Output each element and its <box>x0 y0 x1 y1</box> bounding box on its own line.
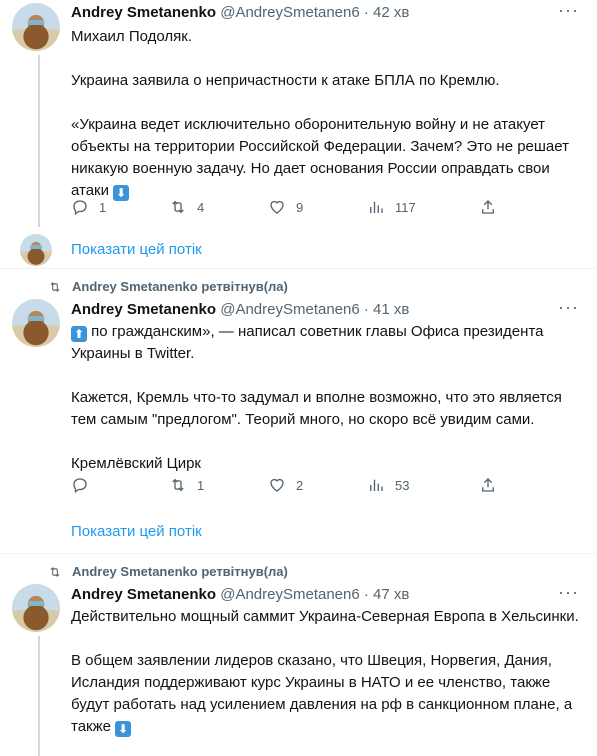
avatar[interactable] <box>12 299 60 347</box>
timestamp[interactable]: 41 хв <box>373 301 409 318</box>
more-options-icon[interactable]: ··· <box>558 0 579 21</box>
tweet-header: Andrey Smetanenko @AndreySmetanen6 · 41 … <box>71 301 409 318</box>
share-icon <box>482 478 494 492</box>
tweet-paragraph: Действительно мощный саммит Украина-Севе… <box>71 608 579 625</box>
tweet-text: ⬆ по гражданским», — написал советник гл… <box>71 321 581 475</box>
retweet-context: Andrey Smetanenko ретвітнув(ла) <box>48 564 288 579</box>
more-options-icon[interactable]: ··· <box>558 582 579 603</box>
show-thread-link[interactable]: Показати цей потік <box>71 523 202 540</box>
reply-icon <box>73 200 87 216</box>
like-button[interactable]: 2 <box>268 476 303 494</box>
reply-count: 1 <box>99 199 107 215</box>
heart-icon <box>270 478 284 492</box>
retweeted-by-label[interactable]: Andrey Smetanenko ретвітнув(ла) <box>72 279 288 294</box>
author-name[interactable]: Andrey Smetanenko <box>71 301 216 318</box>
retweet-count: 1 <box>197 477 205 493</box>
retweet-icon <box>50 566 60 577</box>
like-count: 9 <box>296 199 304 215</box>
tweet-paragraph: Михаил Подоляк. <box>71 28 193 45</box>
author-name[interactable]: Andrey Smetanenko <box>71 586 216 603</box>
author-handle[interactable]: @AndreySmetanen6 <box>220 301 359 318</box>
tweet-header: Andrey Smetanenko @AndreySmetanen6 · 47 … <box>71 586 409 603</box>
tweet-text: Действительно мощный саммит Украина-Севе… <box>71 606 581 738</box>
tweet-paragraph: Кремлёвский Цирк <box>71 455 201 472</box>
tweet-header: Andrey Smetanenko @AndreySmetanen6 · 42 … <box>71 4 409 21</box>
avatar[interactable] <box>12 3 60 51</box>
tweet-paragraph: В общем заявлении лидеров сказано, что Ш… <box>71 652 573 737</box>
tweet-2[interactable]: Andrey Smetanenko ретвітнув(ла) Andrey S… <box>0 269 597 554</box>
author-handle[interactable]: @AndreySmetanen6 <box>220 586 359 603</box>
tweet-actions: 1 2 53 <box>71 476 501 496</box>
reply-button[interactable]: 1 <box>71 198 106 216</box>
tweet-paragraph: Кажется, Кремль что-то задумал и вполне … <box>71 389 562 428</box>
tweet-paragraph: «Украина ведет исключительно оборонитель… <box>71 116 569 201</box>
tweet-paragraph: ⬆ по гражданским», — написал советник гл… <box>71 323 544 362</box>
separator-dot: · <box>363 4 369 21</box>
like-count: 2 <box>296 477 304 493</box>
timestamp[interactable]: 47 хв <box>373 586 409 603</box>
views-count: 53 <box>395 477 410 493</box>
views-button[interactable]: 117 <box>367 198 416 216</box>
tweet-paragraph: Украина заявила о непричастности к атаке… <box>71 72 500 89</box>
retweet-context: Andrey Smetanenko ретвітнув(ла) <box>48 279 288 294</box>
tweet-actions: 1 4 9 117 <box>71 198 501 218</box>
separator-dot: · <box>363 301 369 318</box>
share-button[interactable] <box>479 476 497 494</box>
tweet-text: Михаил Подоляк. Украина заявила о неприч… <box>71 26 581 202</box>
like-button[interactable]: 9 <box>268 198 303 216</box>
up-arrow-emoji-icon: ⬆ <box>71 326 87 342</box>
retweet-button[interactable]: 1 <box>169 476 204 494</box>
author-name[interactable]: Andrey Smetanenko <box>71 4 216 21</box>
views-icon <box>370 201 383 213</box>
separator-dot: · <box>363 586 369 603</box>
thread-line <box>38 636 40 756</box>
author-handle[interactable]: @AndreySmetanen6 <box>220 4 359 21</box>
views-icon <box>370 479 383 491</box>
avatar[interactable] <box>12 584 60 632</box>
retweet-button[interactable]: 4 <box>169 198 204 216</box>
retweet-icon <box>50 281 60 292</box>
more-options-icon[interactable]: ··· <box>558 297 579 318</box>
timestamp[interactable]: 42 хв <box>373 4 409 21</box>
thread-line <box>38 55 40 227</box>
tweet-1[interactable]: Andrey Smetanenko @AndreySmetanen6 · 42 … <box>0 0 597 269</box>
share-icon <box>482 200 494 214</box>
views-count: 117 <box>395 199 416 215</box>
retweet-icon <box>172 478 184 492</box>
down-arrow-emoji-icon: ⬇ <box>115 721 132 737</box>
retweet-count: 4 <box>197 199 205 215</box>
retweet-icon <box>172 200 184 214</box>
share-button[interactable] <box>479 198 497 216</box>
show-thread-link[interactable]: Показати цей потік <box>71 241 202 258</box>
avatar-small[interactable] <box>20 234 52 266</box>
reply-icon <box>73 478 87 494</box>
heart-icon <box>270 200 284 214</box>
retweeted-by-label[interactable]: Andrey Smetanenko ретвітнув(ла) <box>72 564 288 579</box>
reply-button[interactable] <box>71 476 99 494</box>
views-button[interactable]: 53 <box>367 476 409 494</box>
tweet-3[interactable]: Andrey Smetanenko ретвітнув(ла) Andrey S… <box>0 554 597 756</box>
